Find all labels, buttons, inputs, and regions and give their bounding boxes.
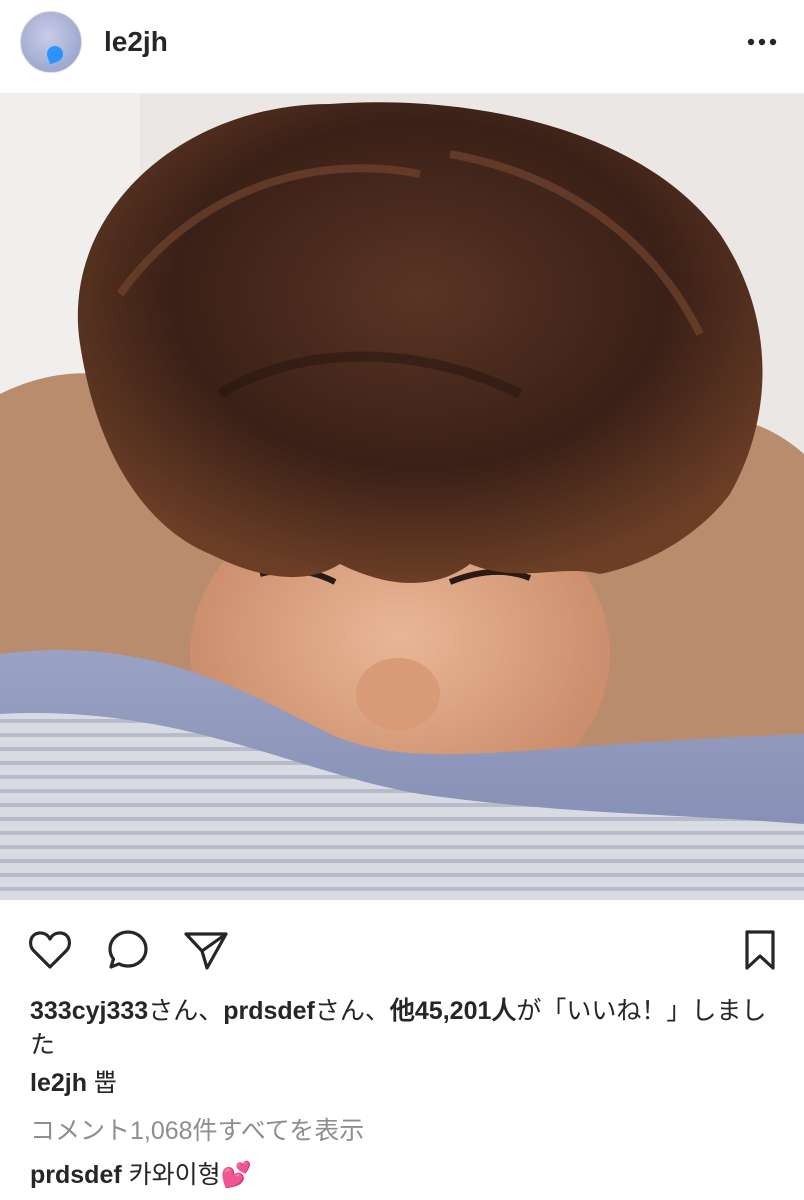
comment-text: 카와이형 — [128, 1161, 221, 1189]
like-button[interactable] — [26, 926, 74, 974]
caption-text: 뿝 — [93, 1069, 117, 1097]
more-options-button[interactable] — [742, 22, 782, 62]
photo-illustration — [0, 94, 804, 900]
avatar[interactable] — [20, 11, 82, 73]
action-bar — [0, 920, 804, 974]
post-username[interactable]: le2jh — [104, 26, 168, 58]
paper-plane-icon — [184, 932, 228, 970]
likes-others-count[interactable]: 他45,201人 — [390, 997, 516, 1025]
more-horizontal-icon — [747, 38, 777, 46]
bookmark-icon — [745, 930, 775, 970]
speech-bubble-icon — [108, 930, 148, 969]
likes-summary[interactable]: 333cyj333さん、prdsdefさん、他45,201人が「いいね！」しまし… — [30, 994, 774, 1062]
post-header: le2jh — [0, 0, 804, 94]
save-button[interactable] — [736, 926, 784, 974]
liker-username-2[interactable]: prdsdef — [223, 997, 315, 1025]
heart-outline-icon — [28, 931, 72, 969]
likes-suffix-1: さん、 — [148, 997, 224, 1025]
share-button[interactable] — [182, 926, 230, 974]
two-hearts-emoji: 💕 — [220, 1161, 252, 1189]
caption: le2jh 뿝 — [30, 1066, 117, 1100]
comment-username[interactable]: prdsdef — [30, 1161, 122, 1189]
liker-username-1[interactable]: 333cyj333 — [30, 997, 148, 1025]
likes-suffix-2: さん、 — [314, 997, 390, 1025]
view-all-comments-link[interactable]: コメント1,068件すべてを表示 — [30, 1114, 364, 1148]
caption-username[interactable]: le2jh — [30, 1069, 87, 1097]
post-photo[interactable] — [0, 94, 804, 900]
comment-button[interactable] — [104, 926, 152, 974]
comment-item: prdsdef 카와이형💕 — [30, 1158, 252, 1192]
